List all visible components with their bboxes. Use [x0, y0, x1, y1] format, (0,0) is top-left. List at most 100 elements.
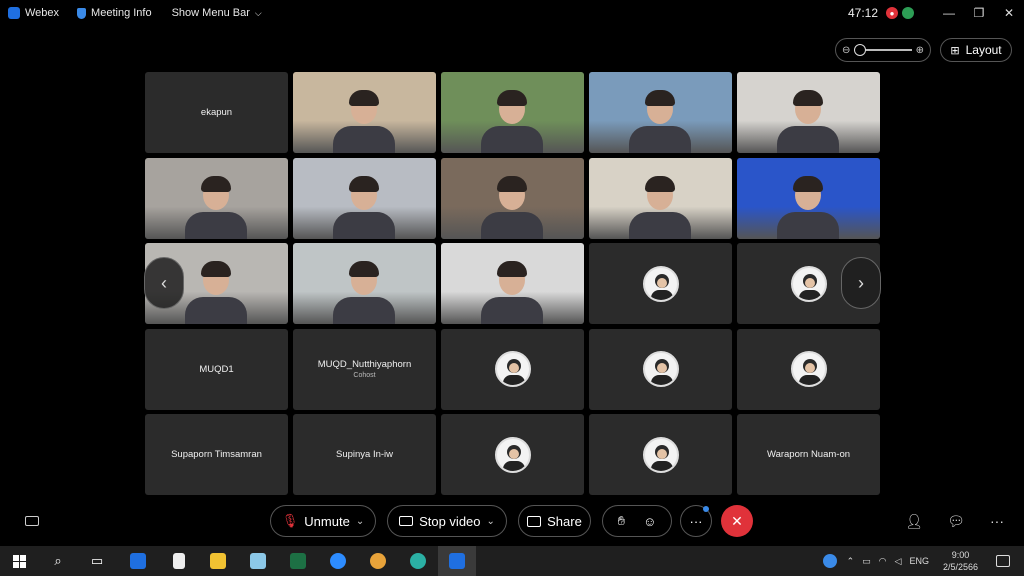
excel-icon[interactable] — [278, 546, 318, 576]
participant-video — [441, 243, 584, 324]
notification-dot — [703, 506, 709, 512]
volume-icon[interactable]: ◁ — [895, 556, 902, 567]
chevron-down-icon[interactable]: ⌄ — [356, 516, 364, 527]
clock[interactable]: 9:00 2/5/2566 — [943, 549, 978, 573]
participant-video — [737, 72, 880, 153]
stop-video-button[interactable]: Stop video ⌄ — [387, 505, 507, 537]
person-body — [185, 211, 247, 239]
participant-tile[interactable] — [441, 72, 584, 153]
participant-name: ekapun — [200, 107, 233, 118]
participant-tile[interactable] — [145, 157, 288, 239]
participant-tile[interactable] — [441, 414, 584, 495]
share-button[interactable]: Share — [518, 505, 591, 537]
more-options-icon: ··· — [689, 513, 703, 529]
layout-button[interactable]: ⊞ Layout — [940, 38, 1012, 62]
unmute-button[interactable]: 🎙︎ Unmute ⌄ — [270, 505, 376, 537]
captions-icon[interactable] — [19, 508, 45, 534]
person-body — [185, 297, 247, 324]
emoji-reaction-icon[interactable]: ☺ — [643, 514, 656, 529]
raise-hand-icon[interactable]: ✋︎ — [618, 513, 625, 529]
participant-tile[interactable] — [293, 72, 436, 153]
chevron-up-icon[interactable]: ⌃ — [847, 556, 855, 567]
video-zoom-slider[interactable]: ⊖ ⊕ — [835, 38, 931, 62]
more-panels-icon[interactable]: ··· — [984, 508, 1010, 534]
clock-time: 9:00 — [951, 550, 970, 560]
participant-tile[interactable] — [293, 243, 436, 324]
show-menu-bar-button[interactable]: Show Menu Bar ⌵ — [172, 7, 262, 19]
more-options-button[interactable]: ··· — [680, 505, 712, 537]
notifications-icon[interactable] — [996, 555, 1010, 567]
chevron-down-icon[interactable]: ⌄ — [487, 516, 495, 527]
battery-icon[interactable]: ▭ — [862, 556, 871, 567]
end-call-button[interactable]: ✕ — [721, 505, 753, 537]
participant-tile[interactable] — [441, 328, 584, 410]
file-explorer-icon[interactable] — [198, 546, 238, 576]
camera-icon — [399, 516, 414, 526]
webex-taskbar-icon[interactable] — [116, 546, 160, 576]
meeting-timer: 47:12 — [847, 6, 878, 20]
wifi-icon[interactable]: ◠ — [879, 556, 887, 567]
participant-tile[interactable] — [737, 72, 880, 153]
app-icon[interactable] — [238, 546, 278, 576]
close-icon[interactable]: ✕ — [994, 0, 1024, 26]
participant-tile[interactable] — [737, 328, 880, 410]
webex-menu[interactable]: Webex — [8, 7, 59, 19]
person-body — [629, 126, 691, 153]
file-icon[interactable] — [160, 546, 198, 576]
participant-tile[interactable]: Supaporn Timsamran — [145, 414, 288, 495]
participant-tile[interactable]: MUQD1 — [145, 328, 288, 410]
zoom-out-icon[interactable]: ⊖ — [842, 45, 850, 56]
search-icon[interactable]: ⌕ — [38, 546, 78, 576]
participants-icon[interactable]: 👤︎ — [901, 508, 927, 534]
recording-icon[interactable]: ● — [886, 7, 898, 19]
participant-role: Cohost — [353, 372, 376, 379]
participant-avatar — [642, 265, 679, 302]
participant-video — [293, 157, 436, 239]
participant-tile[interactable] — [441, 157, 584, 239]
stop-video-label: Stop video — [419, 513, 481, 529]
participant-tile[interactable] — [737, 157, 880, 239]
minimize-icon[interactable]: — — [934, 0, 964, 26]
person-hair — [645, 90, 675, 106]
stats-icon[interactable] — [902, 7, 914, 19]
participant-tile[interactable] — [293, 157, 436, 239]
task-view-icon[interactable]: ▭ — [78, 546, 116, 576]
webex-active-taskbar-icon[interactable] — [438, 546, 476, 576]
help-icon[interactable] — [822, 554, 837, 568]
zoom-track[interactable] — [854, 44, 912, 56]
participant-tile[interactable] — [589, 243, 732, 324]
unmute-label: Unmute — [304, 513, 350, 529]
participant-video — [441, 72, 584, 153]
person-hair — [497, 90, 527, 106]
meeting-info-button[interactable]: Meeting Info — [77, 7, 152, 19]
chrome-icon[interactable] — [358, 546, 398, 576]
clock-date: 2/5/2566 — [942, 562, 978, 572]
language-indicator[interactable]: ENG — [909, 556, 929, 566]
participant-tile[interactable] — [441, 243, 584, 324]
participant-tile[interactable] — [589, 157, 732, 239]
next-page-arrow-icon[interactable]: › — [841, 257, 881, 309]
participant-video — [293, 72, 436, 153]
meeting-info-label: Meeting Info — [91, 7, 152, 19]
participant-tile[interactable]: MUQD_Nutthiyaphorn Cohost — [293, 328, 436, 410]
zoom-in-icon[interactable]: ⊕ — [916, 45, 924, 56]
edge-icon[interactable] — [398, 546, 438, 576]
restore-icon[interactable]: ❐ — [964, 0, 994, 26]
participant-tile[interactable]: Supinya In-iw — [293, 414, 436, 495]
participant-tile[interactable] — [589, 72, 732, 153]
participant-tile[interactable] — [589, 328, 732, 410]
participant-tile[interactable]: Waraporn Nuam-on — [737, 414, 880, 495]
participant-tile[interactable] — [589, 414, 732, 495]
chat-icon[interactable]: 💬︎ — [943, 508, 969, 534]
show-menu-bar-label: Show Menu Bar — [171, 7, 250, 19]
participant-name: Supinya In-iw — [335, 449, 394, 460]
title-bar: Webex Meeting Info Show Menu Bar ⌵ 47:12… — [0, 0, 1024, 26]
share-label: Share — [547, 513, 582, 529]
zoom-thumb[interactable] — [854, 44, 867, 56]
participant-avatar — [642, 436, 679, 473]
participant-avatar — [790, 351, 827, 387]
participant-tile[interactable]: ekapun — [145, 72, 288, 153]
zoom-app-icon[interactable] — [318, 546, 358, 576]
previous-page-arrow-icon[interactable]: ‹ — [144, 257, 184, 309]
windows-start-icon[interactable] — [0, 546, 38, 576]
